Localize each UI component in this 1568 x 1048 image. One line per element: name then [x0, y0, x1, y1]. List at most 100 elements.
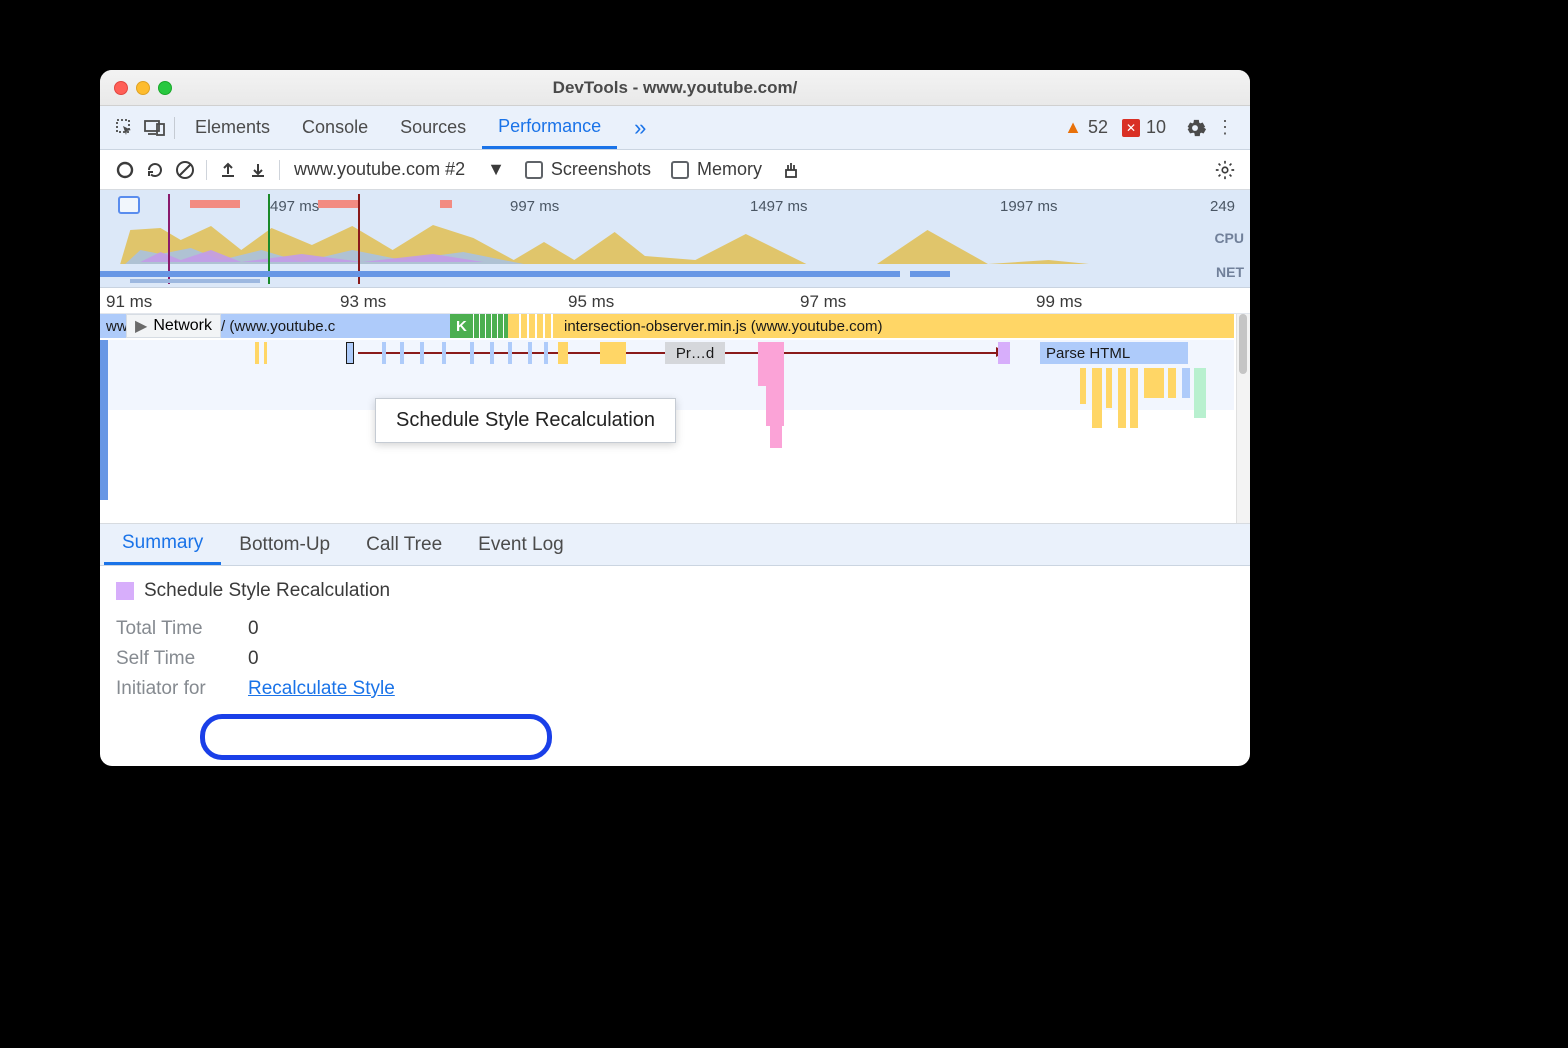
bar[interactable] [382, 342, 386, 364]
bar[interactable] [558, 342, 568, 364]
warnings-count[interactable]: ▲ 52 [1064, 117, 1108, 138]
bar[interactable] [528, 342, 532, 364]
settings-icon[interactable] [1180, 117, 1210, 139]
subtab-eventlog[interactable]: Event Log [460, 524, 582, 565]
download-icon[interactable] [243, 161, 273, 179]
checkbox-icon [671, 161, 689, 179]
bar[interactable] [998, 342, 1010, 364]
scrollbar-thumb[interactable] [1239, 314, 1247, 374]
devtools-window: DevTools - www.youtube.com/ Elements Con… [100, 70, 1250, 766]
summary-row: Self Time 0 [116, 644, 1234, 674]
device-toggle-icon[interactable] [140, 119, 170, 137]
maximize-icon[interactable] [158, 81, 172, 95]
subtab-bottomup[interactable]: Bottom-Up [221, 524, 348, 565]
upload-icon[interactable] [213, 161, 243, 179]
network-label: Network [153, 317, 212, 335]
long-task-marker [318, 200, 358, 208]
chevron-down-icon: ▼ [487, 159, 505, 180]
network-toggle[interactable]: ▶ Network [126, 314, 221, 338]
scrollbar[interactable] [1236, 314, 1250, 523]
overview-handle[interactable] [118, 196, 140, 214]
bar-selected[interactable] [346, 342, 354, 364]
memory-checkbox[interactable]: Memory [671, 159, 762, 180]
bar[interactable] [1168, 368, 1176, 398]
bar[interactable] [1092, 368, 1102, 428]
summary-row: Total Time 0 [116, 614, 1234, 644]
bar[interactable] [100, 340, 108, 500]
annotation-highlight [200, 714, 552, 760]
bar[interactable] [1130, 368, 1138, 428]
summary-row: Initiator for Recalculate Style [116, 674, 1234, 704]
flame-chart[interactable]: 91 ms 93 ms 95 ms 97 ms 99 ms www com/ (… [100, 288, 1250, 524]
bar[interactable] [1144, 368, 1164, 398]
tab-sources[interactable]: Sources [384, 106, 482, 149]
tooltip: Schedule Style Recalculation [375, 398, 676, 443]
bar[interactable] [264, 342, 267, 364]
screenshots-label: Screenshots [551, 159, 651, 180]
bar[interactable] [770, 426, 782, 448]
tab-performance[interactable]: Performance [482, 106, 617, 149]
overview-tick: 249 [1210, 198, 1235, 215]
summary-heading: Schedule Style Recalculation [116, 580, 1234, 602]
script-bar[interactable] [513, 314, 553, 338]
errors-count[interactable]: ✕ 10 [1122, 117, 1166, 138]
window-controls [114, 81, 172, 95]
target-select[interactable]: www.youtube.com #2 ▼ [294, 159, 505, 180]
bar[interactable] [255, 342, 259, 364]
more-tabs-icon[interactable]: » [625, 115, 655, 141]
bar[interactable] [420, 342, 424, 364]
script-bar[interactable]: intersection-observer.min.js (www.youtub… [558, 314, 1234, 338]
ruler-tick: 95 ms [568, 292, 614, 312]
bar[interactable] [1182, 368, 1190, 398]
network-overview [100, 271, 1210, 283]
timeline-overview[interactable]: 497 ms 997 ms 1497 ms 1997 ms 249 CPU NE… [100, 190, 1250, 288]
tab-elements[interactable]: Elements [179, 106, 286, 149]
detail-tabs: Summary Bottom-Up Call Tree Event Log [100, 524, 1250, 566]
reload-icon[interactable] [140, 160, 170, 180]
long-task-marker [440, 200, 452, 208]
script-bar[interactable]: K [450, 314, 468, 338]
parse-html-bar[interactable]: Parse HTML [1040, 342, 1188, 364]
warning-icon: ▲ [1064, 117, 1082, 138]
clear-icon[interactable] [170, 160, 200, 180]
bar[interactable] [1194, 368, 1206, 418]
bar[interactable] [442, 342, 446, 364]
cpu-chart [100, 220, 1210, 264]
garbage-collect-icon[interactable] [776, 160, 806, 180]
kebab-icon[interactable]: ⋮ [1210, 117, 1240, 138]
summary-panel: Schedule Style Recalculation Total Time … [100, 566, 1250, 718]
subtab-summary[interactable]: Summary [104, 524, 221, 565]
bar[interactable] [758, 342, 784, 386]
checkbox-icon [525, 161, 543, 179]
net-label: NET [1216, 264, 1244, 280]
capture-settings-icon[interactable] [1210, 159, 1240, 181]
inspect-icon[interactable] [110, 118, 140, 138]
bar[interactable] [600, 342, 626, 364]
bar[interactable] [1118, 368, 1126, 428]
bar[interactable] [508, 342, 512, 364]
long-task-marker [190, 200, 240, 208]
script-bar[interactable] [468, 314, 508, 338]
cpu-label: CPU [1214, 230, 1244, 246]
memory-label: Memory [697, 159, 762, 180]
subtab-calltree[interactable]: Call Tree [348, 524, 460, 565]
tab-console[interactable]: Console [286, 106, 384, 149]
errors-value: 10 [1146, 117, 1166, 138]
ruler: 91 ms 93 ms 95 ms 97 ms 99 ms [100, 288, 1250, 314]
close-icon[interactable] [114, 81, 128, 95]
total-time-value: 0 [248, 618, 259, 640]
bar-prd[interactable]: Pr…d [665, 342, 725, 364]
minimize-icon[interactable] [136, 81, 150, 95]
bar[interactable] [490, 342, 494, 364]
bar[interactable] [544, 342, 548, 364]
bar[interactable] [766, 386, 784, 426]
caret-right-icon: ▶ [135, 316, 147, 336]
bar[interactable] [1080, 368, 1086, 404]
bar[interactable] [400, 342, 404, 364]
initiator-link[interactable]: Recalculate Style [248, 678, 395, 700]
bar[interactable] [470, 342, 474, 364]
record-icon[interactable] [110, 161, 140, 179]
screenshots-checkbox[interactable]: Screenshots [525, 159, 651, 180]
bar[interactable] [1106, 368, 1112, 408]
separator [174, 117, 175, 139]
